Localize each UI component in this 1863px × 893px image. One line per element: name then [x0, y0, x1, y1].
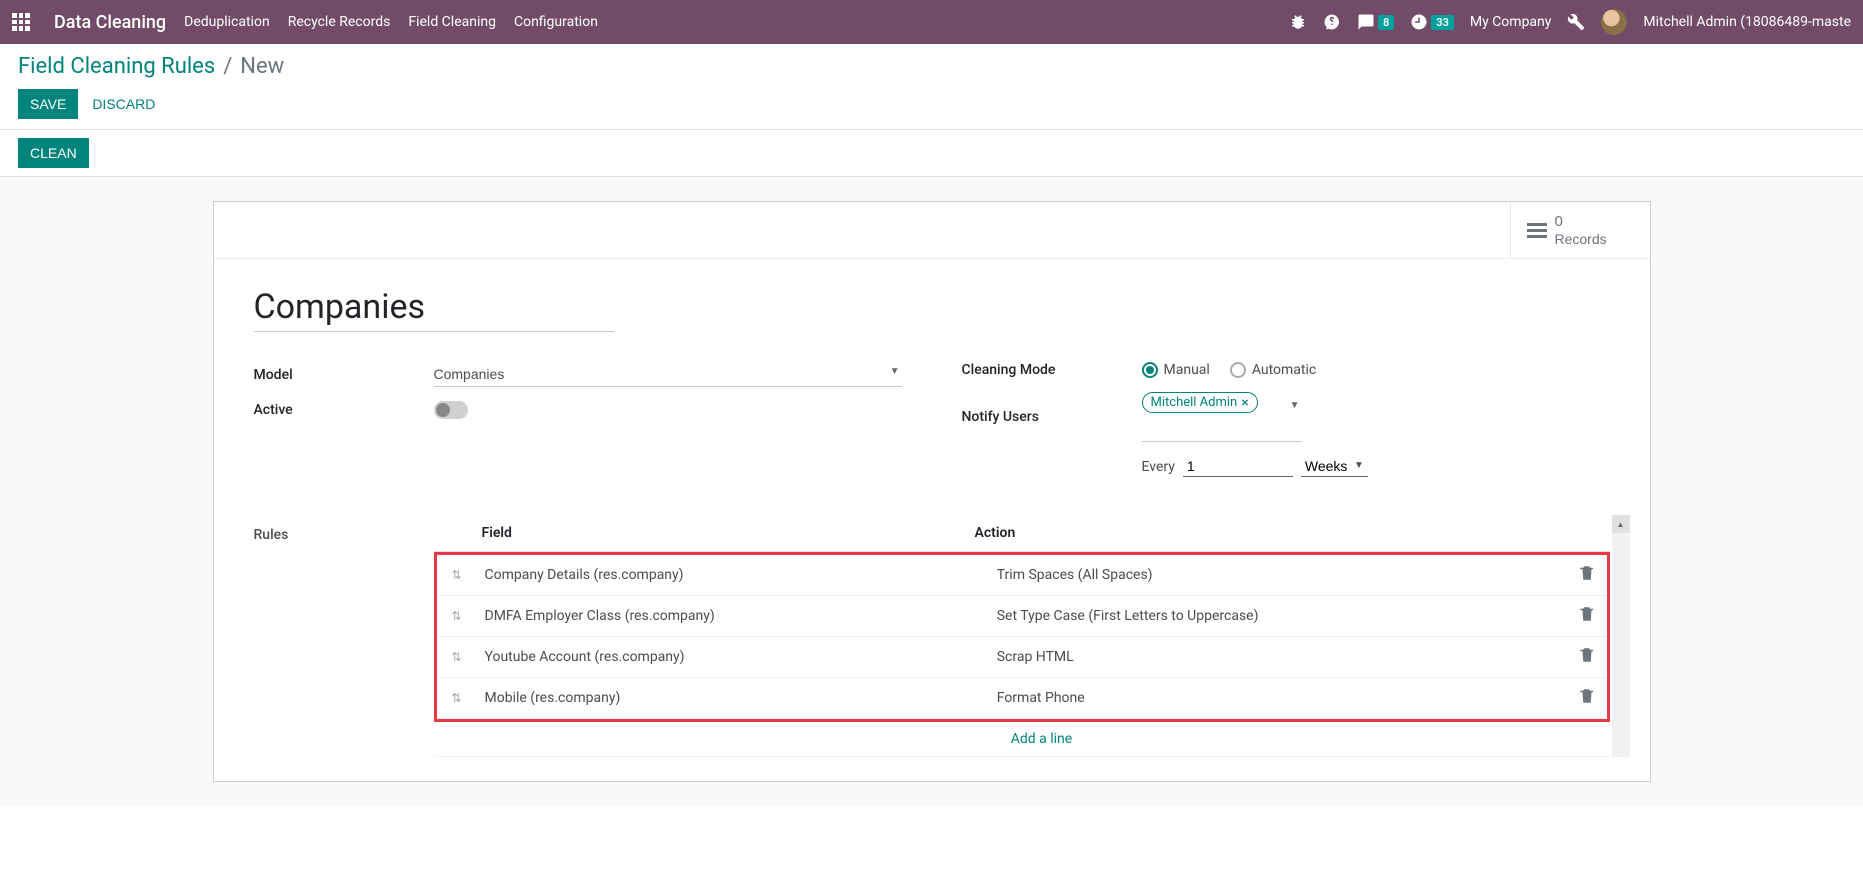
rule-name-input[interactable]	[254, 283, 614, 332]
notify-user-tag: Mitchell Admin ×	[1142, 392, 1258, 413]
breadcrumb-parent[interactable]: Field Cleaning Rules	[18, 54, 215, 79]
activities-badge: 33	[1431, 15, 1454, 30]
caret-down-icon: ▼	[1290, 400, 1300, 411]
active-toggle[interactable]	[434, 401, 468, 419]
clean-button[interactable]: Clean	[18, 138, 89, 168]
rules-label: Rules	[254, 515, 434, 757]
every-value-input[interactable]	[1183, 456, 1293, 477]
records-count: 0	[1555, 213, 1563, 231]
add-line-link[interactable]: Add a line	[1011, 731, 1072, 747]
breadcrumb-sep: /	[223, 54, 232, 79]
cell-field: Company Details (res.company)	[477, 555, 989, 596]
scrollbar[interactable]: ▲	[1612, 515, 1630, 757]
table-row[interactable]: ⇅ DMFA Employer Class (res.company)Set Ty…	[437, 596, 1607, 637]
notify-users-field[interactable]: Mitchell Admin × ▼	[1142, 392, 1302, 442]
model-field[interactable]: ▼	[434, 362, 902, 387]
support-icon[interactable]	[1323, 13, 1341, 31]
tag-label: Mitchell Admin	[1151, 395, 1238, 410]
debug-icon[interactable]	[1289, 13, 1307, 31]
cell-action: Scrap HTML	[989, 637, 1567, 678]
nav-field-cleaning[interactable]: Field Cleaning	[408, 14, 496, 30]
drag-handle-icon[interactable]: ⇅	[451, 691, 461, 705]
user-name[interactable]: Mitchell Admin (18086489-maste	[1643, 14, 1851, 30]
active-label: Active	[254, 402, 434, 418]
cell-action: Trim Spaces (All Spaces)	[989, 555, 1567, 596]
tools-icon[interactable]	[1567, 13, 1585, 31]
form-sheet: 0 Records Model ▼	[213, 201, 1651, 782]
caret-down-icon: ▼	[890, 366, 900, 377]
trash-icon[interactable]	[1578, 652, 1596, 668]
drag-handle-icon[interactable]: ⇅	[451, 650, 461, 664]
action-bar: Clean	[0, 130, 1863, 177]
table-row[interactable]: ⇅ Youtube Account (res.company)Scrap HTML	[437, 637, 1607, 678]
tag-remove-icon[interactable]: ×	[1241, 396, 1248, 410]
drag-handle-icon[interactable]: ⇅	[451, 568, 461, 582]
messages-badge: 8	[1378, 15, 1394, 30]
rules-table: Field Action	[434, 515, 1610, 552]
breadcrumb: Field Cleaning Rules / New	[18, 54, 1845, 79]
radio-checked-icon	[1142, 362, 1158, 378]
discard-button[interactable]: Discard	[80, 89, 167, 119]
table-row[interactable]: ⇅ Company Details (res.company)Trim Space…	[437, 555, 1607, 596]
trash-icon[interactable]	[1578, 611, 1596, 627]
col-field-header: Field	[474, 515, 967, 552]
cell-action: Set Type Case (First Letters to Uppercas…	[989, 596, 1567, 637]
scroll-up-icon[interactable]: ▲	[1612, 515, 1630, 533]
model-label: Model	[254, 367, 434, 383]
trash-icon[interactable]	[1578, 693, 1596, 709]
mode-automatic-label: Automatic	[1252, 362, 1316, 378]
table-row[interactable]: ⇅ Mobile (res.company)Format Phone	[437, 678, 1607, 719]
user-avatar[interactable]	[1601, 9, 1627, 35]
company-switcher[interactable]: My Company	[1470, 14, 1552, 30]
every-unit-select[interactable]: Weeks	[1301, 456, 1368, 477]
app-title[interactable]: Data Cleaning	[54, 12, 166, 33]
cell-field: Youtube Account (res.company)	[477, 637, 989, 678]
apps-icon[interactable]	[12, 13, 30, 31]
list-icon	[1527, 220, 1547, 241]
model-input[interactable]	[434, 362, 902, 387]
breadcrumb-current: New	[240, 54, 284, 79]
radio-unchecked-icon	[1230, 362, 1246, 378]
mode-manual-label: Manual	[1164, 362, 1210, 378]
cell-field: Mobile (res.company)	[477, 678, 989, 719]
trash-icon[interactable]	[1578, 570, 1596, 586]
nav-configuration[interactable]: Configuration	[514, 14, 598, 30]
cleaning-mode-label: Cleaning Mode	[962, 362, 1142, 378]
drag-handle-icon[interactable]: ⇅	[451, 609, 461, 623]
records-label: Records	[1555, 231, 1607, 248]
records-stat-button[interactable]: 0 Records	[1510, 202, 1650, 258]
messages-icon[interactable]: 8	[1357, 13, 1394, 31]
cell-action: Format Phone	[989, 678, 1567, 719]
mode-manual-radio[interactable]: Manual	[1142, 362, 1210, 378]
save-button[interactable]: Save	[18, 89, 78, 119]
col-action-header: Action	[967, 515, 1570, 552]
mode-automatic-radio[interactable]: Automatic	[1230, 362, 1316, 378]
control-panel: Field Cleaning Rules / New Save Discard	[0, 44, 1863, 130]
top-navbar: Data Cleaning Deduplication Recycle Reco…	[0, 0, 1863, 44]
cell-field: DMFA Employer Class (res.company)	[477, 596, 989, 637]
activities-icon[interactable]: 33	[1410, 13, 1454, 31]
nav-recycle-records[interactable]: Recycle Records	[288, 14, 391, 30]
every-label: Every	[1142, 459, 1175, 475]
nav-deduplication[interactable]: Deduplication	[184, 14, 270, 30]
notify-users-label: Notify Users	[962, 409, 1142, 425]
